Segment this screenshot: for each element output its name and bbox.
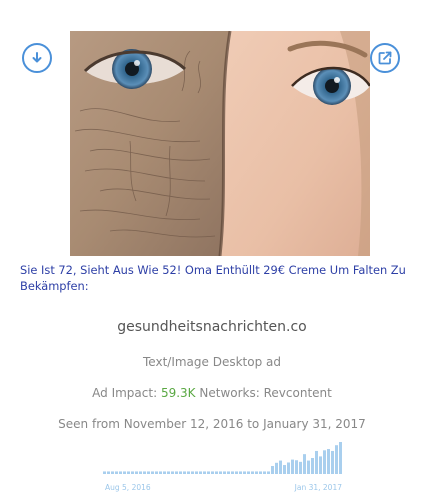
- external-link-icon: [378, 51, 392, 65]
- chart-bar: [271, 466, 274, 474]
- chart-bar: [283, 465, 286, 474]
- chart-bar: [103, 471, 106, 474]
- chart-bar: [247, 471, 250, 474]
- chart-bar: [267, 471, 270, 474]
- chart-bar: [179, 471, 182, 474]
- chart-bar: [171, 471, 174, 474]
- chart-bar: [219, 471, 222, 474]
- chart-bar: [287, 462, 290, 474]
- impact-label: Ad Impact:: [92, 386, 158, 400]
- chart-bar: [111, 471, 114, 474]
- chart-start-date-label: Aug 5, 2016: [105, 483, 151, 492]
- chart-bar: [195, 471, 198, 474]
- chart-bar: [175, 471, 178, 474]
- chart-bar: [239, 471, 242, 474]
- activity-bar-chart: Aug 5, 2016 Jan 31, 2017: [103, 442, 343, 492]
- chart-bar: [147, 471, 150, 474]
- chart-bar: [299, 461, 302, 474]
- chart-bar: [167, 471, 170, 474]
- chart-bar: [339, 442, 342, 474]
- chart-bar: [119, 471, 122, 474]
- chart-bar: [143, 471, 146, 474]
- networks-label: Networks:: [199, 386, 260, 400]
- chart-bar: [251, 471, 254, 474]
- chart-bar: [183, 471, 186, 474]
- download-circle-icon: [32, 52, 42, 63]
- chart-bar: [315, 450, 318, 474]
- chart-bar: [151, 471, 154, 474]
- ad-domain: gesundheitsnachrichten.co: [117, 319, 307, 335]
- ad-headline-link[interactable]: Sie Ist 72, Sieht Aus Wie 52! Oma Enthül…: [20, 262, 412, 294]
- networks-value: Revcontent: [263, 386, 332, 400]
- chart-bar: [303, 454, 306, 474]
- chart-bar: [123, 471, 126, 474]
- chart-bar: [259, 471, 262, 474]
- chart-bar: [231, 471, 234, 474]
- chart-bar: [243, 471, 246, 474]
- chart-bar: [203, 471, 206, 474]
- chart-bar: [311, 458, 314, 474]
- chart-end-date-label: Jan 31, 2017: [294, 483, 343, 492]
- ad-impact-line: Ad Impact: 59.3K Networks: Revcontent: [0, 386, 424, 400]
- chart-bar: [275, 462, 278, 474]
- chart-bar: [187, 471, 190, 474]
- chart-bar: [127, 471, 130, 474]
- chart-bar: [139, 471, 142, 474]
- chart-bar: [319, 456, 322, 474]
- chart-bar: [307, 460, 310, 474]
- download-button[interactable]: [22, 43, 52, 73]
- chart-bar: [279, 460, 282, 474]
- chart-bar: [215, 471, 218, 474]
- impact-value: 59.3K: [160, 386, 196, 400]
- chart-bar: [155, 471, 158, 474]
- chart-bar: [335, 445, 338, 474]
- ad-type: Text/Image Desktop ad: [143, 355, 281, 369]
- chart-bar: [331, 450, 334, 474]
- ad-creative-image[interactable]: [70, 31, 370, 256]
- chart-bar: [227, 471, 230, 474]
- chart-bar: [199, 471, 202, 474]
- open-external-button[interactable]: [370, 43, 400, 73]
- chart-bar: [327, 449, 330, 474]
- chart-bar: [255, 471, 258, 474]
- chart-bar: [223, 471, 226, 474]
- chart-bar: [115, 471, 118, 474]
- chart-bar: [191, 471, 194, 474]
- chart-bar: [295, 460, 298, 474]
- chart-bar: [163, 471, 166, 474]
- chart-bar: [131, 471, 134, 474]
- chart-bar: [291, 459, 294, 474]
- chart-bar: [207, 471, 210, 474]
- chart-bar: [323, 450, 326, 474]
- chart-bar: [107, 471, 110, 474]
- chart-bar: [135, 471, 138, 474]
- chart-bar: [211, 471, 214, 474]
- chart-bar: [159, 471, 162, 474]
- seen-date-range: Seen from November 12, 2016 to January 3…: [58, 417, 366, 431]
- chart-bar: [263, 471, 266, 474]
- chart-bar: [235, 471, 238, 474]
